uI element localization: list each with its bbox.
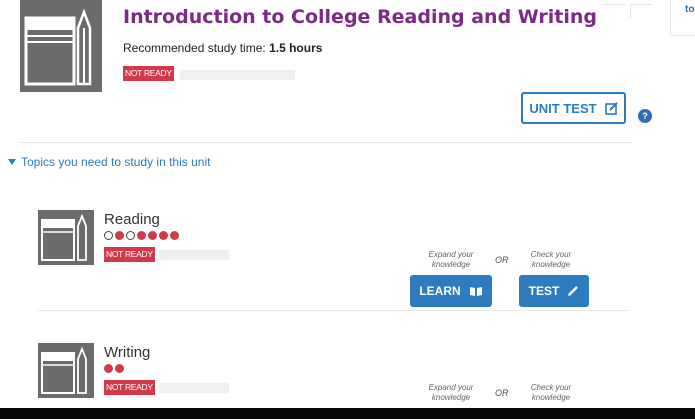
study-time-label: Recommended study time: xyxy=(123,41,266,55)
unit-test-label: UNIT TEST xyxy=(529,100,597,116)
proficiency-dot-filled xyxy=(104,364,113,373)
expand-hint: Expand your knowledge xyxy=(416,250,486,270)
recommended-study-time: Recommended study time: 1.5 hours xyxy=(123,41,322,55)
proficiency-dot-empty xyxy=(104,231,113,240)
test-label: TEST xyxy=(528,284,560,298)
bottom-overlay-bar xyxy=(0,408,695,419)
window-control[interactable] xyxy=(630,4,652,18)
proficiency-dot-filled xyxy=(170,231,179,240)
topic-name[interactable]: Reading xyxy=(104,211,160,228)
hint-line: knowledge xyxy=(531,260,571,269)
topic-name[interactable]: Writing xyxy=(104,344,150,361)
proficiency-dot-filled xyxy=(159,231,168,240)
check-hint: Check your knowledge xyxy=(520,383,582,403)
learn-label: LEARN xyxy=(419,284,461,298)
topics-toggle[interactable]: Topics you need to study in this unit xyxy=(8,155,210,169)
topic-thumbnail xyxy=(38,210,94,265)
hint-line: Check your xyxy=(530,383,572,392)
proficiency-dot-filled xyxy=(115,231,124,240)
book-pencil-icon xyxy=(41,213,87,261)
hint-line: Check your xyxy=(530,250,572,259)
book-pencil-icon xyxy=(41,346,87,394)
hint-line: knowledge xyxy=(531,393,571,402)
unit-test-button[interactable]: UNIT TEST xyxy=(521,92,626,124)
unit-thumbnail xyxy=(20,0,102,92)
window-control[interactable] xyxy=(603,4,625,18)
topics-toggle-label: Topics you need to study in this unit xyxy=(21,155,211,169)
topic-progress-bar xyxy=(159,383,229,393)
topic-progress-bar xyxy=(159,250,229,260)
topic-divider xyxy=(38,310,628,311)
unit-progress-bar xyxy=(180,70,295,80)
topic-thumbnail xyxy=(38,343,94,398)
hint-line: Expand your xyxy=(428,250,474,259)
unit-title: Introduction to College Reading and Writ… xyxy=(123,6,598,28)
proficiency-dot-filled xyxy=(115,364,124,373)
book-icon xyxy=(469,286,482,296)
or-separator: OR xyxy=(495,388,509,398)
proficiency-dot-filled xyxy=(137,231,146,240)
unit-status-badge: NOT READY xyxy=(123,66,174,81)
check-hint: Check your knowledge xyxy=(520,250,582,270)
expand-hint: Expand your knowledge xyxy=(416,383,486,403)
proficiency-dots xyxy=(104,364,124,373)
hint-line: knowledge xyxy=(431,260,471,269)
book-pencil-icon xyxy=(24,8,92,86)
or-separator: OR xyxy=(495,255,509,265)
topic-status-badge: NOT READY xyxy=(104,247,155,262)
help-icon[interactable]: ? xyxy=(638,109,652,123)
learn-button[interactable]: LEARN xyxy=(410,275,492,307)
proficiency-dot-filled xyxy=(148,231,157,240)
proficiency-dots xyxy=(104,231,179,240)
test-button[interactable]: TEST xyxy=(519,275,589,307)
caret-down-icon xyxy=(8,159,16,165)
hint-line: knowledge xyxy=(431,393,471,402)
edit-icon xyxy=(604,101,618,115)
study-time-value: 1.5 hours xyxy=(269,41,323,55)
topic-status-badge: NOT READY xyxy=(104,380,155,395)
proficiency-dot-empty xyxy=(126,231,135,240)
pencil-icon xyxy=(568,286,579,296)
section-divider xyxy=(20,142,632,143)
hint-line: Expand your xyxy=(428,383,474,392)
side-panel-text: to xyxy=(685,4,695,15)
